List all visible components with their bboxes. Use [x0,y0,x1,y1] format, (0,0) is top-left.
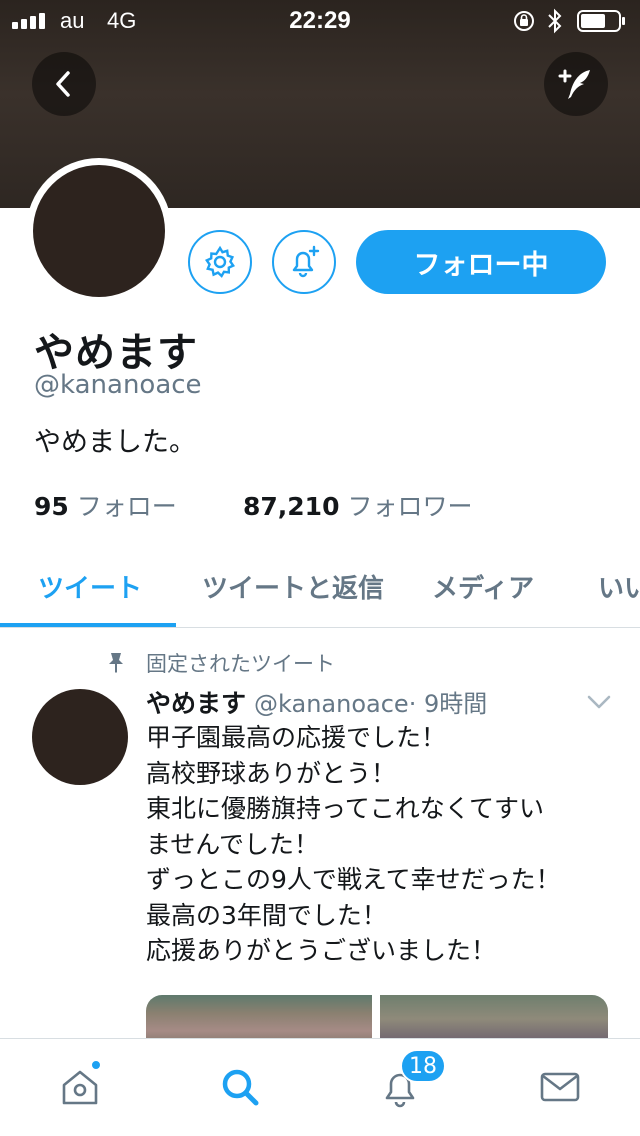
chevron-down-icon[interactable] [586,692,612,712]
back-button[interactable] [32,52,96,116]
tweet-timestamp: · 9時間 [408,690,488,718]
profile-handle: @kananoace [34,370,202,400]
tweet-author-handle: @kananoace [254,690,409,718]
bluetooth-icon [548,8,562,34]
tweet-header: やめます @kananoace· 9時間 [146,684,487,720]
tab-tweets[interactable]: ツイート [38,568,142,605]
rotation-lock-icon [514,11,534,31]
tab-likes[interactable]: いいね [598,568,640,605]
profile-avatar[interactable] [26,158,172,304]
notification-count-badge: 18 [400,1049,446,1083]
status-time: 22:29 [289,7,351,34]
nav-messages[interactable] [536,1063,584,1111]
compose-tweet-button[interactable] [544,52,608,116]
tweet-line: 応援ありがとうございました！ [146,936,497,965]
profile-tabs: ツイート ツイートと返信 メディア いいね [0,548,640,628]
bottom-navigation: 18 [0,1038,640,1136]
tweet-line: ずっとこの9人で戦えて幸せだった！ [146,865,561,894]
tab-tweets-and-replies[interactable]: ツイートと返信 [202,568,384,605]
tweet-author-name[interactable]: やめます [146,689,246,718]
following-label: フォロー [76,492,177,521]
mail-icon [540,1072,580,1102]
tweet-text: 甲子園最高の応援でした！ 高校野球ありがとう！ 東北に優勝旗持ってこれなくてすい… [146,720,616,969]
tweet-line: 東北に優勝旗持ってこれなくてすい [146,794,545,823]
tweet-line: 最高の3年間でした！ [146,900,387,930]
tweet-line: 甲子園最高の応援でした！ [146,723,447,752]
bell-plus-icon [292,245,320,278]
pinned-text: 固定されたツイート [146,652,335,676]
gear-icon [204,245,236,278]
active-tab-indicator [0,623,176,627]
followers-link[interactable]: 87,210 フォロワー [243,487,473,523]
tweet-author-avatar[interactable] [32,689,128,785]
profile-bio: やめました。 [34,427,196,458]
home-new-indicator [90,1059,102,1071]
pin-icon [109,653,123,673]
back-arrow-icon [56,71,70,97]
settings-button[interactable] [188,230,252,294]
home-icon [62,1070,98,1105]
battery-icon [577,10,625,32]
search-icon [222,1069,259,1106]
avatar-image [33,165,165,297]
status-bar: au 4G 22:29 [0,0,640,40]
followers-count: 87,210 [243,492,340,521]
following-button[interactable]: フォロー中 [356,230,606,294]
nav-search[interactable] [216,1063,264,1111]
followers-label: フォロワー [347,492,473,521]
tweet-line: 高校野球ありがとう！ [146,758,397,788]
following-count: 95 [34,492,69,521]
notify-button[interactable] [272,230,336,294]
tweet-line: ませんでした！ [146,829,320,859]
following-link[interactable]: 95 フォロー [34,487,177,523]
tab-media[interactable]: メディア [432,568,534,605]
compose-icon [558,69,590,99]
